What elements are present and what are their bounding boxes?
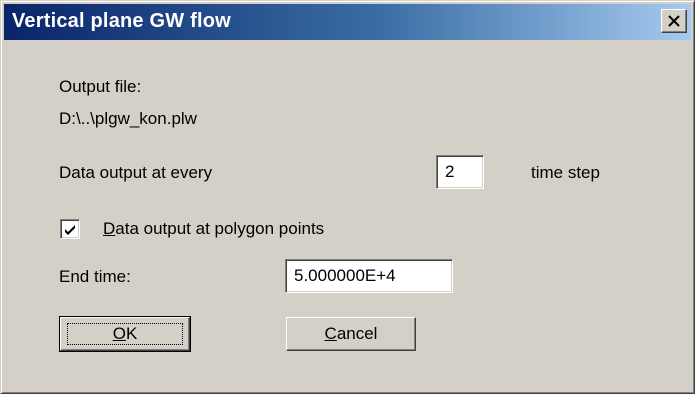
time-step-input[interactable]: 2 <box>436 155 484 189</box>
cancel-label-text: ancel <box>336 324 378 343</box>
close-button[interactable] <box>661 9 687 33</box>
polygon-points-label-text: ata output at polygon points <box>115 219 325 238</box>
polygon-points-mnemonic: D <box>103 219 116 238</box>
output-file-label: Output file: <box>59 77 142 96</box>
cancel-mnemonic: C <box>324 324 337 343</box>
window-title: Vertical plane GW flow <box>12 10 231 32</box>
checkmark-icon <box>65 225 75 235</box>
end-time-label: End time: <box>59 267 131 286</box>
ok-mnemonic: O <box>112 324 126 343</box>
cancel-button-label: Cancel <box>325 324 378 343</box>
ok-button[interactable]: OK <box>59 316 191 352</box>
output-file-path: D:\..\plgw_kon.plw <box>59 109 197 128</box>
polygon-points-checkbox[interactable] <box>60 219 80 239</box>
ok-label-text: K <box>125 324 138 343</box>
ok-button-label: OK <box>113 324 138 343</box>
data-output-label: Data output at every <box>59 163 213 182</box>
polygon-points-label[interactable]: Data output at polygon points <box>103 219 324 239</box>
time-step-unit-label: time step <box>531 163 600 182</box>
title-bar[interactable]: Vertical plane GW flow <box>4 4 691 40</box>
dialog-window: Vertical plane GW flow Output file: D:\.… <box>0 0 695 394</box>
end-time-input[interactable]: 5.000000E+4 <box>285 259 453 293</box>
cancel-button[interactable]: Cancel <box>286 317 416 351</box>
close-icon <box>668 15 680 27</box>
